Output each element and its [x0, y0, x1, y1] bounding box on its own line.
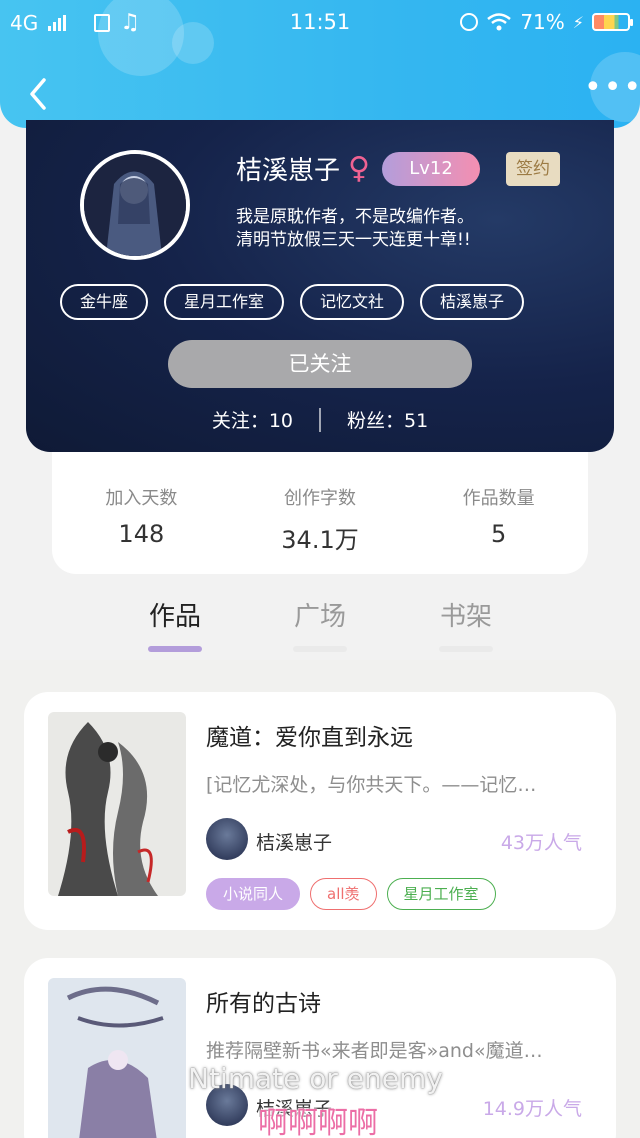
- wifi-icon: [487, 13, 512, 31]
- work-tag[interactable]: 星月工作室: [386, 878, 496, 910]
- work-title: 魔道：爱你直到永远: [206, 725, 413, 751]
- tab-indicator: [148, 646, 202, 652]
- stat-word-count: 创作字数 34.1万: [231, 452, 410, 574]
- profile-tags: 金牛座 星月工作室 记忆文社 桔溪崽子: [60, 284, 525, 320]
- stat-works-count: 作品数量 5: [409, 452, 588, 574]
- work-tag[interactable]: 小说同人: [206, 878, 301, 910]
- more-button[interactable]: •••: [584, 73, 640, 108]
- stat-value: 34.1万: [281, 526, 359, 554]
- profile-tag[interactable]: 星月工作室: [164, 284, 285, 320]
- stats-card: 加入天数 148 创作字数 34.1万 作品数量 5: [52, 452, 588, 574]
- cover-image: [48, 978, 186, 1138]
- top-bar: 4G ♫ 11:51 71% ⚡ •••: [0, 0, 640, 128]
- stat-value: 148: [118, 520, 165, 548]
- author-name: 桔溪崽子: [236, 156, 341, 186]
- status-bar: 4G ♫ 11:51 71% ⚡: [0, 0, 640, 44]
- author-avatar: [206, 818, 248, 860]
- female-icon: ♀: [348, 150, 370, 186]
- book-cover[interactable]: [48, 712, 186, 896]
- followers-count[interactable]: 粉丝：51: [347, 406, 428, 433]
- tab-square[interactable]: 广场: [265, 596, 375, 652]
- level-badge: Lv12: [382, 151, 480, 186]
- work-description: 推荐隔壁新书«来者即是客»and«魔道…: [206, 1040, 543, 1062]
- tab-works[interactable]: 作品: [120, 596, 230, 652]
- avatar[interactable]: [80, 150, 190, 260]
- stat-label: 作品数量: [462, 488, 535, 509]
- tab-label: 广场: [293, 602, 346, 632]
- battery-icon: [592, 13, 633, 31]
- tab-indicator: [293, 646, 347, 652]
- stat-join-days: 加入天数 148: [52, 452, 231, 574]
- bio-line: 清明节放假三天一天连更十章!!: [236, 230, 471, 250]
- follow-button[interactable]: 已关注: [168, 340, 472, 388]
- profile-tag[interactable]: 桔溪崽子: [420, 284, 525, 320]
- battery-percent: 71%: [520, 10, 565, 34]
- name-row: 桔溪崽子 ♀ Lv12 签约: [236, 150, 560, 187]
- tab-bookshelf[interactable]: 书架: [411, 596, 521, 652]
- work-popularity: 14.9万人气: [482, 1098, 582, 1120]
- work-author: 桔溪崽子: [256, 832, 333, 854]
- avatar-image: [84, 154, 186, 256]
- divider: [319, 407, 321, 432]
- work-tag[interactable]: all羡: [310, 878, 377, 910]
- tab-indicator: [439, 646, 493, 652]
- book-cover[interactable]: [48, 978, 186, 1138]
- work-popularity: 43万人气: [500, 832, 582, 854]
- charging-icon: ⚡: [572, 12, 584, 32]
- profile-tag[interactable]: 记忆文社: [300, 284, 405, 320]
- tab-label: 书架: [439, 602, 492, 632]
- follow-stats: 关注：10 粉丝：51: [26, 406, 614, 433]
- stat-value: 5: [491, 520, 507, 548]
- watermark-caption-english: Ntimate or enemy: [188, 1062, 443, 1095]
- stat-label: 创作字数: [284, 488, 356, 509]
- following-count[interactable]: 关注：10: [212, 406, 293, 433]
- bio-line: 我是原耽作者，不是改编作者。: [236, 207, 474, 227]
- tab-bar: 作品 广场 书架: [0, 590, 640, 660]
- cover-image: [48, 712, 186, 896]
- work-tags: 小说同人 all羡 星月工作室: [206, 878, 496, 910]
- signed-badge: 签约: [506, 151, 560, 186]
- back-button[interactable]: [22, 74, 62, 114]
- work-card[interactable]: 魔道：爱你直到永远 [记忆尤深处，与你共天下。——记忆… 桔溪崽子 43万人气 …: [24, 692, 616, 930]
- chevron-left-icon: [30, 78, 46, 110]
- work-title: 所有的古诗: [206, 991, 321, 1017]
- stat-label: 加入天数: [105, 488, 178, 509]
- tab-label: 作品: [148, 602, 201, 632]
- watermark-caption-chinese: 啊啊啊啊: [258, 1106, 378, 1138]
- profile-card: 桔溪崽子 ♀ Lv12 签约 我是原耽作者，不是改编作者。 清明节放假三天一天连…: [26, 120, 614, 452]
- profile-tag[interactable]: 金牛座: [60, 284, 149, 320]
- work-description: [记忆尤深处，与你共天下。——记忆…: [206, 774, 537, 796]
- alarm-icon: [460, 13, 479, 31]
- bio: 我是原耽作者，不是改编作者。 清明节放假三天一天连更十章!!: [236, 206, 596, 252]
